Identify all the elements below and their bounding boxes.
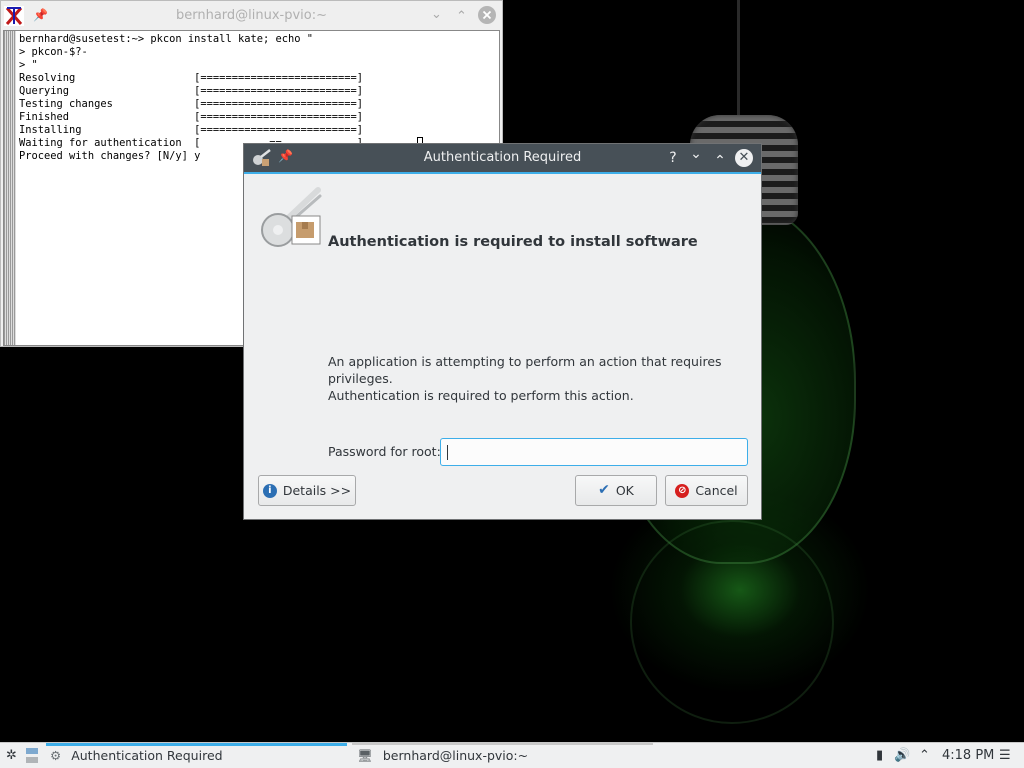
chevron-up-icon[interactable]: ⌃ bbox=[456, 9, 467, 24]
volume-icon[interactable]: 🔊 bbox=[894, 743, 910, 768]
dialog-title: Authentication Required bbox=[423, 150, 582, 165]
checkmark-icon: ✔ bbox=[598, 482, 610, 498]
wallpaper-bulb-reflection bbox=[630, 520, 834, 724]
terminal-line: > " bbox=[19, 59, 38, 71]
terminal-line: Installing [=========================] bbox=[19, 124, 364, 136]
dialog-description: An application is attempting to perform … bbox=[328, 353, 748, 404]
cancel-button-label: Cancel bbox=[695, 483, 738, 498]
menu-icon[interactable]: ☰ bbox=[999, 743, 1011, 768]
taskbar: ✲ ⚙ Authentication Required 🖥 bernhard@l… bbox=[0, 742, 1024, 768]
terminal-line: Finished [=========================] bbox=[19, 111, 364, 123]
details-button-label: Details >> bbox=[282, 483, 352, 498]
terminal-line: Querying [=========================] bbox=[19, 85, 364, 97]
chevron-down-icon[interactable]: ⌄ bbox=[431, 7, 442, 22]
dialog-heading: Authentication is required to install so… bbox=[328, 234, 698, 250]
expand-tray-chevron-up-icon[interactable]: ⌃ bbox=[919, 743, 930, 768]
gear-icon: ⚙ bbox=[50, 748, 62, 763]
terminal-line: > pkcon-$?- bbox=[19, 46, 88, 58]
password-label: Password for root: bbox=[328, 444, 441, 459]
xterm-icon[interactable] bbox=[4, 6, 24, 30]
terminal-line: Resolving [=========================] bbox=[19, 72, 364, 84]
ok-button[interactable]: ✔ OK bbox=[575, 475, 657, 506]
device-notifier-icon[interactable]: ▮ bbox=[876, 743, 883, 768]
cancel-icon: ⊘ bbox=[675, 483, 690, 498]
taskbar-task-terminal[interactable]: 🖥 bernhard@linux-pvio:~ bbox=[357, 743, 528, 768]
details-button[interactable]: i Details >> bbox=[258, 475, 356, 506]
terminal-icon: 🖥 bbox=[357, 748, 373, 763]
ok-button-label: OK bbox=[615, 483, 634, 498]
terminal-line: bernhard@susetest:~> pkcon install kate;… bbox=[19, 33, 314, 45]
authentication-dialog[interactable]: 📌 Authentication Required ? ⌄ ⌃ ✕ Authen… bbox=[243, 143, 762, 520]
password-field[interactable] bbox=[440, 438, 748, 466]
minimize-chevron-down-icon[interactable]: ⌄ bbox=[687, 145, 705, 163]
terminal-line: Proceed with changes? [N/y] y bbox=[19, 150, 201, 162]
task-label: bernhard@linux-pvio:~ bbox=[382, 748, 529, 763]
close-icon[interactable] bbox=[478, 6, 496, 28]
dialog-titlebar[interactable]: 📌 Authentication Required ? ⌄ ⌃ ✕ bbox=[244, 144, 761, 174]
terminal-title: bernhard@linux-pvio:~ bbox=[175, 8, 328, 23]
text-caret bbox=[447, 445, 448, 460]
description-line: An application is attempting to perform … bbox=[328, 354, 722, 386]
help-icon[interactable]: ? bbox=[664, 149, 682, 167]
taskbar-task-authentication[interactable]: ⚙ Authentication Required bbox=[50, 743, 223, 768]
terminal-titlebar[interactable]: bernhard@linux-pvio:~ 📌 ⌄ ⌃ bbox=[1, 1, 502, 30]
task-label: Authentication Required bbox=[71, 748, 223, 763]
show-desktop-icon[interactable] bbox=[26, 743, 38, 768]
maximize-chevron-up-icon[interactable]: ⌃ bbox=[711, 152, 729, 170]
keys-package-icon bbox=[258, 184, 324, 248]
description-line: Authentication is required to perform th… bbox=[328, 388, 634, 403]
terminal-scrollbar[interactable] bbox=[4, 31, 16, 345]
clock[interactable]: 4:18 PM bbox=[942, 743, 994, 768]
pin-icon[interactable]: 📌 bbox=[33, 8, 48, 22]
cancel-button[interactable]: ⊘ Cancel bbox=[665, 475, 748, 506]
wallpaper-bulb-cord bbox=[737, 0, 740, 122]
close-icon[interactable]: ✕ bbox=[735, 149, 753, 167]
info-icon: i bbox=[262, 483, 277, 498]
app-launcher-icon[interactable]: ✲ bbox=[6, 743, 17, 768]
terminal-line: Testing changes [=======================… bbox=[19, 98, 364, 110]
